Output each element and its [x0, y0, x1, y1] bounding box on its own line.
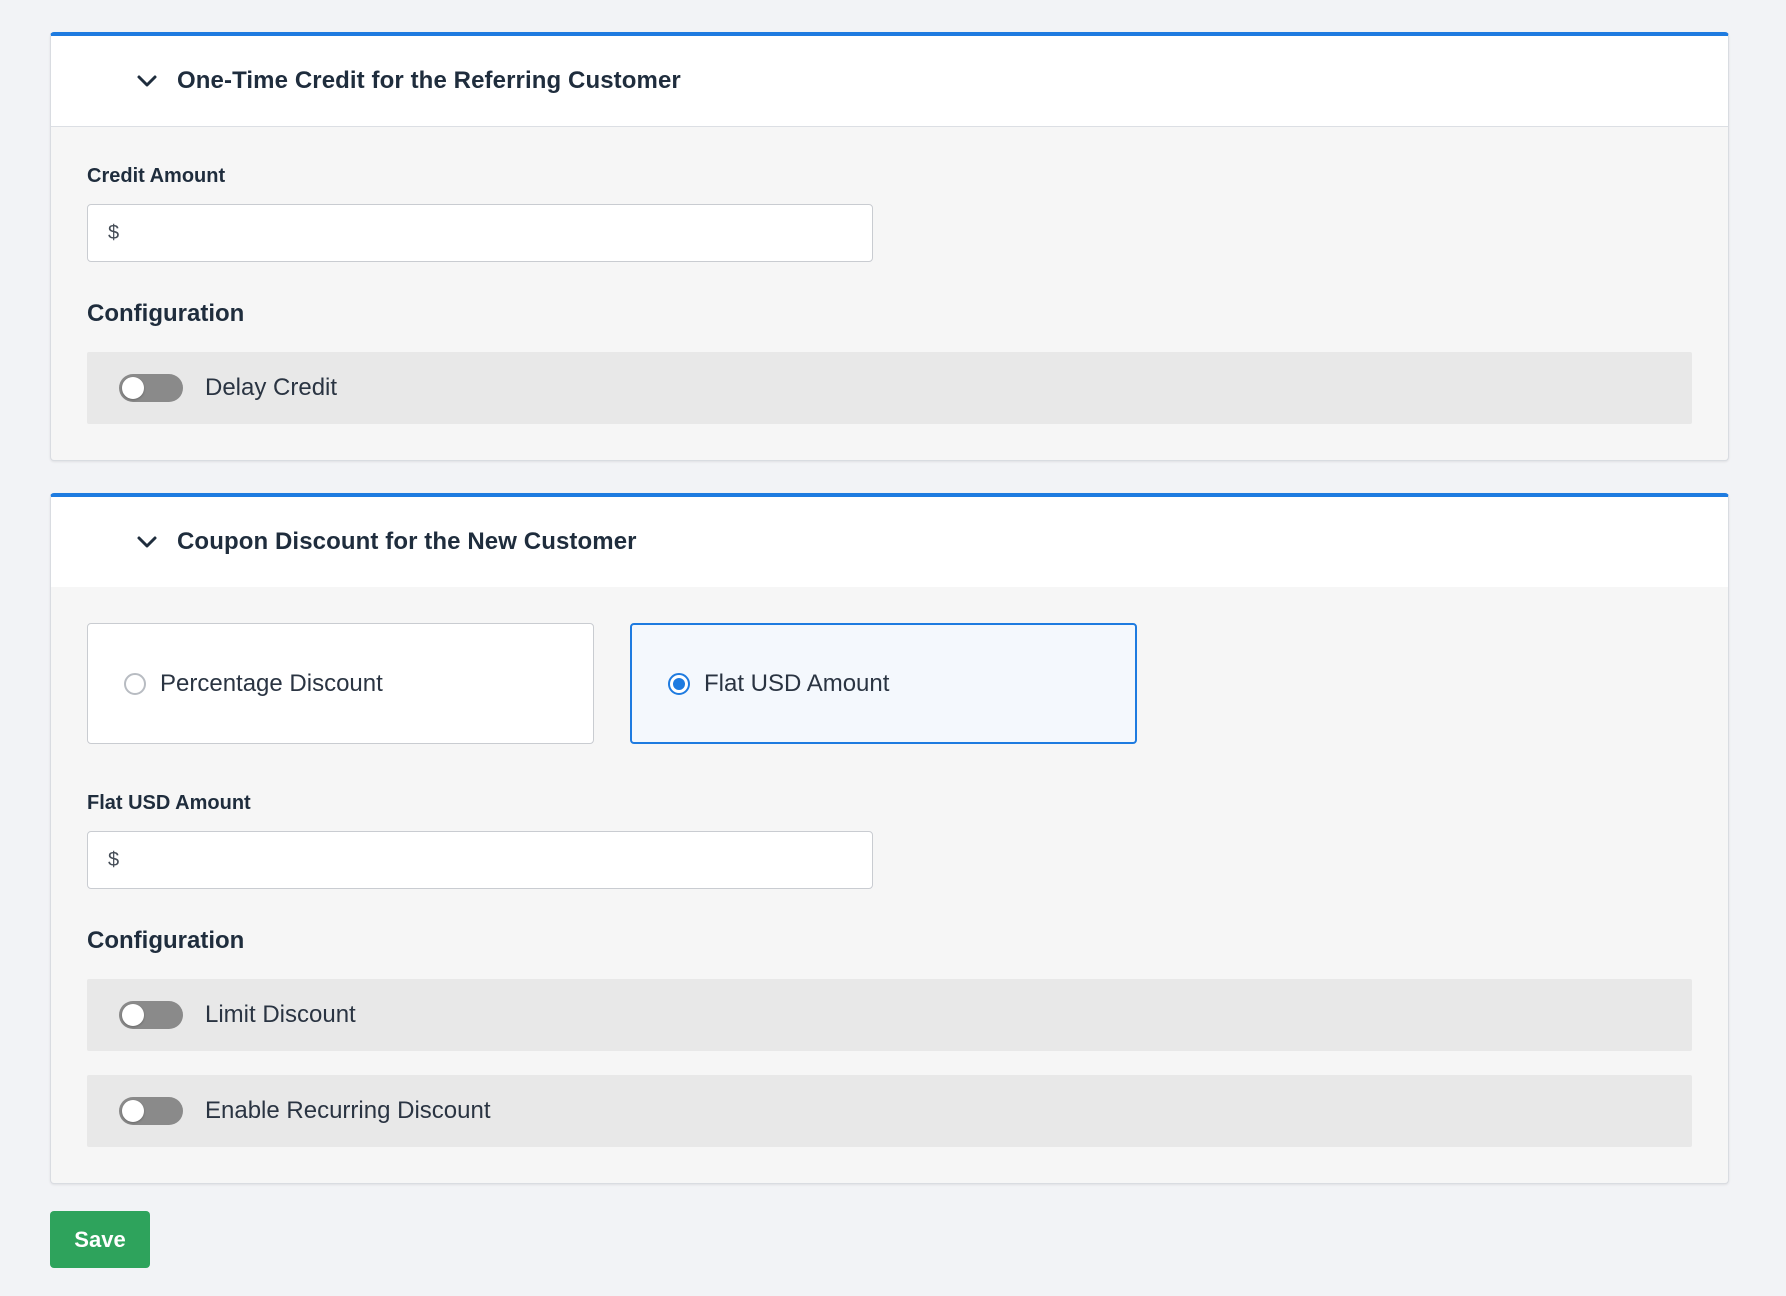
radio-button[interactable]	[124, 672, 146, 695]
toggle-knob	[122, 1100, 144, 1122]
flat-usd-amount-field[interactable]: $	[87, 831, 873, 889]
flat-usd-amount-label: Flat USD Amount	[704, 669, 890, 697]
chevron-down-icon[interactable]	[129, 63, 165, 99]
credit-amount-field[interactable]: $	[87, 204, 873, 262]
new-customer-panel-body: Percentage Discount Flat USD Amount Flat…	[51, 587, 1728, 1183]
new-customer-discount-panel: Coupon Discount for the New Customer Per…	[50, 493, 1729, 1184]
percentage-discount-label: Percentage Discount	[160, 669, 383, 697]
limit-discount-row: Limit Discount	[87, 979, 1692, 1051]
panel-title: One-Time Credit for the Referring Custom…	[177, 67, 681, 94]
limit-discount-label: Limit Discount	[205, 1001, 356, 1028]
configuration-heading: Configuration	[87, 300, 245, 327]
credit-amount-input[interactable]	[119, 204, 872, 262]
toggle-knob	[122, 377, 144, 399]
radio-button-checked[interactable]	[668, 672, 690, 695]
chevron-down-icon[interactable]	[129, 524, 165, 560]
limit-discount-toggle[interactable]	[119, 1001, 183, 1029]
referrer-panel-header[interactable]: One-Time Credit for the Referring Custom…	[51, 36, 1728, 127]
recurring-discount-label: Enable Recurring Discount	[205, 1097, 491, 1124]
referrer-credit-panel: One-Time Credit for the Referring Custom…	[50, 32, 1729, 461]
flat-usd-amount-option[interactable]: Flat USD Amount	[630, 623, 1137, 744]
delay-credit-row: Delay Credit	[87, 352, 1692, 424]
new-customer-panel-header[interactable]: Coupon Discount for the New Customer	[51, 497, 1728, 587]
credit-amount-label: Credit Amount	[87, 165, 226, 187]
currency-symbol: $	[108, 848, 120, 871]
flat-usd-amount-field-label: Flat USD Amount	[87, 792, 251, 814]
currency-symbol: $	[108, 221, 120, 244]
save-button[interactable]: Save	[50, 1211, 150, 1268]
delay-credit-label: Delay Credit	[205, 374, 338, 401]
delay-credit-toggle[interactable]	[119, 374, 183, 402]
referral-settings-page: One-Time Credit for the Referring Custom…	[0, 0, 1786, 1296]
percentage-discount-option[interactable]: Percentage Discount	[87, 623, 594, 744]
recurring-discount-toggle[interactable]	[119, 1097, 183, 1125]
configuration-heading: Configuration	[87, 927, 245, 954]
panel-title: Coupon Discount for the New Customer	[177, 528, 637, 555]
recurring-discount-row: Enable Recurring Discount	[87, 1075, 1692, 1147]
toggle-knob	[122, 1004, 144, 1026]
flat-usd-amount-input[interactable]	[119, 831, 872, 889]
referrer-panel-body: Credit Amount $ Configuration Delay Cred…	[51, 127, 1728, 460]
discount-type-selector: Percentage Discount Flat USD Amount	[87, 623, 1692, 744]
